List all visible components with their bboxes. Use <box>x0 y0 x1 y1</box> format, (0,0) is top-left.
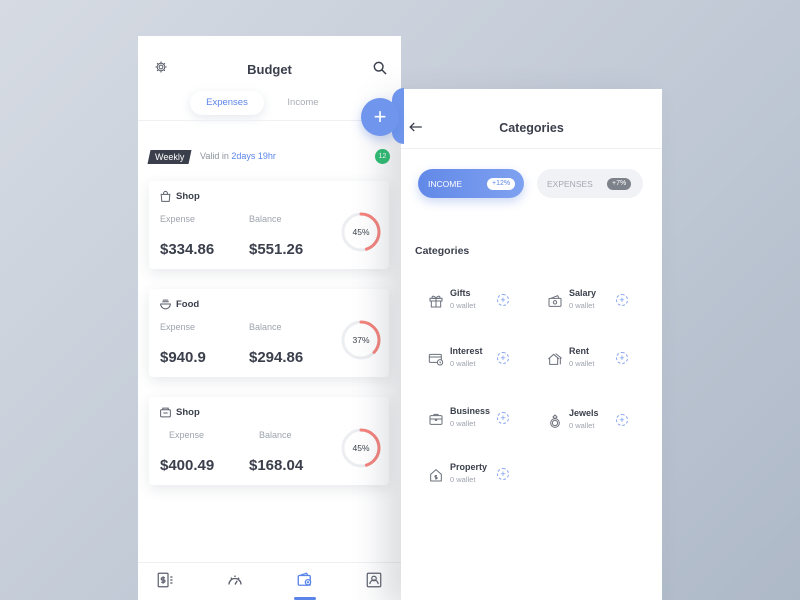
category-name: Rent <box>569 346 589 356</box>
tab-income[interactable]: Income <box>272 91 334 115</box>
category-name: Gifts <box>450 288 471 298</box>
category-item-business[interactable]: Business 0 wallet + <box>428 406 538 434</box>
search-icon[interactable] <box>372 60 388 76</box>
expense-value: $334.86 <box>160 241 215 258</box>
category-item-property[interactable]: Property 0 wallet + <box>428 462 538 490</box>
validity-text: Valid in 2days 19hr <box>200 151 276 161</box>
add-category-button[interactable]: + <box>497 352 509 364</box>
add-button[interactable]: + <box>361 98 399 136</box>
expenses-toggle-label: EXPENSES <box>547 179 593 189</box>
income-change-badge: +12% <box>487 178 516 190</box>
budget-header: Budget Expenses Income <box>138 36 401 120</box>
category-name: Business <box>450 406 491 416</box>
category-name: Jewels <box>569 408 599 418</box>
balance-label: Balance <box>259 430 292 440</box>
period-row: Weekly Valid in 2days 19hr 12 <box>147 149 394 165</box>
income-toggle[interactable]: INCOME +12% <box>418 169 524 198</box>
wallet-icon[interactable] <box>296 571 314 589</box>
category-wallet-count: 0 wallet <box>450 419 476 428</box>
budget-card[interactable]: Shop Expense Balance $400.49 $168.04 45% <box>149 397 389 485</box>
card-icon <box>428 353 444 366</box>
progress-percent: 45% <box>352 227 370 237</box>
register-icon <box>160 407 171 418</box>
category-wallet-count: 0 wallet <box>569 359 595 368</box>
expense-value: $400.49 <box>160 457 215 474</box>
bottom-nav <box>138 562 401 600</box>
balance-value: $294.86 <box>249 349 304 366</box>
category-item-interest[interactable]: Interest 0 wallet + <box>428 346 538 374</box>
category-item-gifts[interactable]: Gifts 0 wallet + <box>428 288 538 316</box>
category-wallet-count: 0 wallet <box>569 421 595 430</box>
category-wallet-count: 0 wallet <box>569 301 595 310</box>
budget-list-icon[interactable] <box>156 571 174 589</box>
add-category-button[interactable]: + <box>497 468 509 480</box>
balance-value: $551.26 <box>249 241 304 258</box>
category-name: Salary <box>569 288 597 298</box>
expense-label: Expense <box>160 214 196 224</box>
count-badge: 12 <box>375 149 390 164</box>
add-category-button[interactable]: + <box>497 412 509 424</box>
page-title: Budget <box>247 62 292 77</box>
add-category-button[interactable]: + <box>497 294 509 306</box>
divider <box>401 148 662 149</box>
validity-prefix: Valid in <box>200 151 232 161</box>
tab-bar: Expenses Income <box>190 91 350 115</box>
add-category-button[interactable]: + <box>616 414 628 426</box>
tab-expenses[interactable]: Expenses <box>190 91 264 115</box>
expenses-change-badge: +7% <box>607 178 632 190</box>
expense-label: Expense <box>169 430 205 440</box>
gift-icon <box>429 295 443 308</box>
budget-card[interactable]: Food Expense Balance $940.9 $294.86 37% <box>149 289 389 377</box>
balance-value: $168.04 <box>249 457 304 474</box>
category-name: Interest <box>450 346 483 356</box>
shopping-bag-icon <box>160 190 171 202</box>
balance-label: Balance <box>249 322 282 332</box>
period-tag-label: Weekly <box>155 152 185 162</box>
card-title: Shop <box>176 191 200 202</box>
category-name: Property <box>450 462 488 472</box>
card-title: Food <box>176 299 200 310</box>
speedometer-icon[interactable] <box>226 571 244 589</box>
cash-icon <box>548 295 562 307</box>
briefcase-icon <box>429 413 443 425</box>
category-wallet-count: 0 wallet <box>450 359 476 368</box>
expenses-toggle[interactable]: EXPENSES +7% <box>537 169 643 198</box>
property-icon <box>430 469 442 482</box>
ring-icon <box>550 414 560 428</box>
category-item-jewels[interactable]: Jewels 0 wallet + <box>547 408 657 436</box>
validity-time: 2days 19hr <box>231 151 276 161</box>
period-tag[interactable]: Weekly <box>147 150 192 164</box>
add-category-button[interactable]: + <box>616 294 628 306</box>
add-category-button[interactable]: + <box>616 352 628 364</box>
page-title: Categories <box>499 121 564 135</box>
expense-label: Expense <box>160 322 196 332</box>
budget-card[interactable]: Shop Expense Balance $334.86 $551.26 45% <box>149 181 389 269</box>
balance-label: Balance <box>249 214 282 224</box>
category-item-salary[interactable]: Salary 0 wallet + <box>547 288 657 316</box>
income-toggle-label: INCOME <box>428 179 462 189</box>
card-title: Shop <box>176 407 200 418</box>
category-wallet-count: 0 wallet <box>450 301 476 310</box>
categories-screen: Categories INCOME +12% EXPENSES +7% Cate… <box>401 89 662 600</box>
progress-percent: 37% <box>352 335 370 345</box>
section-title: Categories <box>415 245 470 257</box>
house-icon <box>548 353 562 365</box>
bowl-icon <box>160 299 171 310</box>
category-wallet-count: 0 wallet <box>450 475 476 484</box>
progress-percent: 45% <box>352 443 370 453</box>
expense-value: $940.9 <box>160 349 206 366</box>
profile-icon[interactable] <box>365 571 383 589</box>
category-item-rent[interactable]: Rent 0 wallet + <box>547 346 657 374</box>
